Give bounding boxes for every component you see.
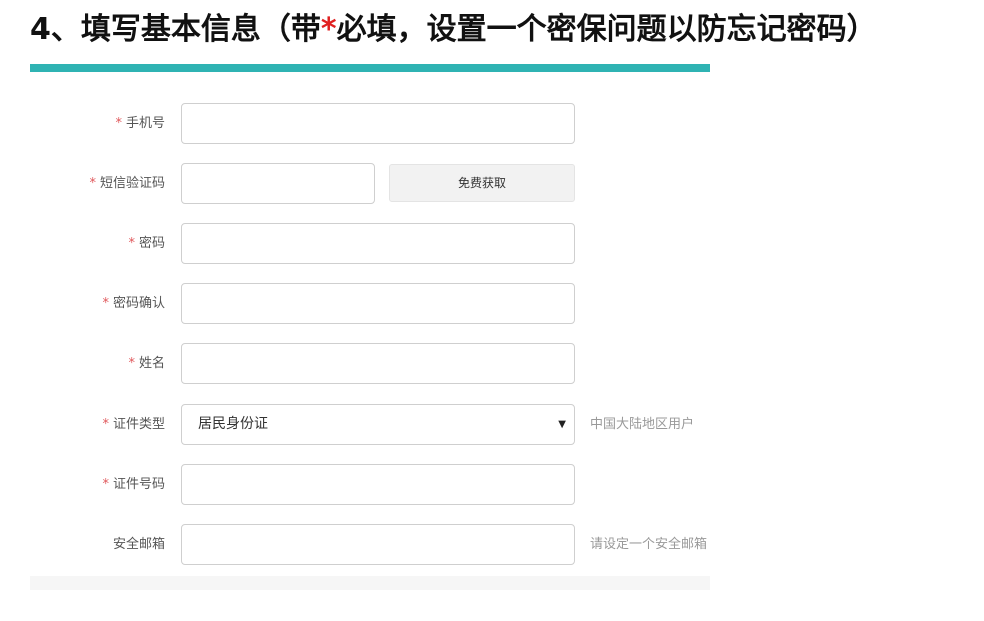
form-footer — [30, 576, 710, 590]
required-star: * — [102, 417, 109, 432]
email-input[interactable] — [181, 524, 575, 565]
heading-prefix: 4、填写基本信息（带 — [30, 12, 321, 47]
name-input[interactable] — [181, 343, 575, 384]
id-number-label: * 证件号码 — [102, 477, 165, 492]
phone-label: * 手机号 — [115, 116, 165, 131]
password-label: * 密码 — [128, 236, 165, 251]
required-star: * — [128, 356, 135, 371]
phone-row: * 手机号 — [30, 103, 710, 145]
password-confirm-input[interactable] — [181, 283, 575, 324]
page-heading: 4、填写基本信息（带*必填，设置一个密保问题以防忘记密码） — [30, 10, 877, 50]
email-label: 安全邮箱 — [112, 537, 165, 552]
name-row: * 姓名 — [30, 343, 710, 385]
id-type-select[interactable]: 居民身份证 ▼ — [181, 404, 575, 445]
password-confirm-row: * 密码确认 — [30, 283, 710, 325]
get-sms-code-button[interactable]: 免费获取 — [389, 164, 575, 202]
id-number-row: * 证件号码 — [30, 464, 710, 506]
id-type-hint: 中国大陆地区用户 — [590, 417, 695, 432]
page: 4、填写基本信息（带*必填，设置一个密保问题以防忘记密码） * 手机号 * 短信验证… — [0, 0, 984, 621]
id-type-row: * 证件类型 居民身份证 ▼ 中国大陆地区用户 — [30, 404, 710, 446]
id-type-label: * 证件类型 — [102, 417, 165, 432]
id-type-value: 居民身份证 — [198, 416, 268, 432]
sms-code-input[interactable] — [181, 163, 375, 204]
heading-suffix: 必填，设置一个密保问题以防忘记密码） — [336, 12, 877, 47]
email-hint: 请设定一个安全邮箱 — [590, 537, 708, 552]
chevron-down-icon: ▼ — [558, 419, 566, 430]
required-star: * — [102, 296, 109, 311]
heading-required-star: * — [320, 12, 337, 47]
password-input[interactable] — [181, 223, 575, 264]
required-star: * — [89, 176, 96, 191]
phone-input[interactable] — [181, 103, 575, 144]
password-row: * 密码 — [30, 223, 710, 265]
email-row: 安全邮箱 请设定一个安全邮箱 — [30, 524, 710, 566]
required-star: * — [102, 477, 109, 492]
sms-code-row: * 短信验证码 免费获取 — [30, 163, 710, 205]
password-confirm-label: * 密码确认 — [102, 296, 165, 311]
required-star: * — [115, 116, 122, 131]
accent-bar — [30, 64, 710, 72]
id-number-input[interactable] — [181, 464, 575, 505]
name-label: * 姓名 — [128, 356, 165, 371]
registration-form: * 手机号 * 短信验证码 免费获取 * 密码 * 密码确认 * 姓名 * 证件类型 居民身… — [30, 88, 710, 590]
required-star: * — [128, 236, 135, 251]
sms-code-label: * 短信验证码 — [89, 176, 165, 191]
